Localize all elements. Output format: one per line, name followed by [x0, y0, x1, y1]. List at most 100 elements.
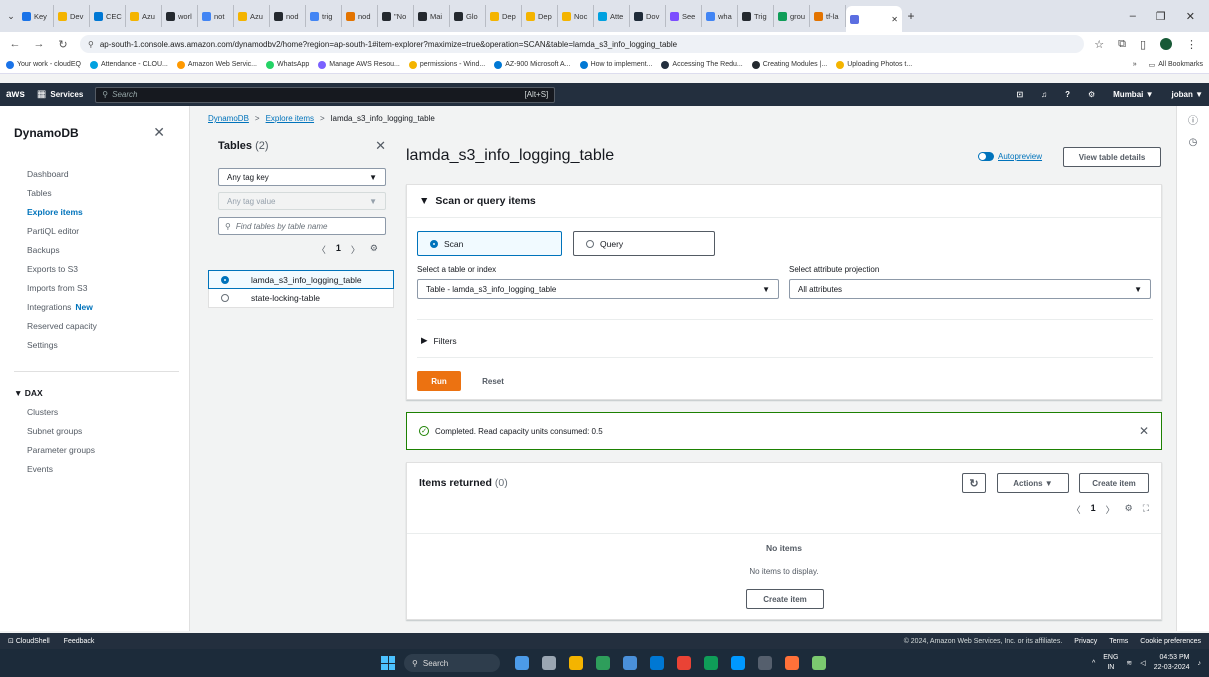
- sidebar-item[interactable]: Tables: [27, 184, 175, 203]
- site-info-icon[interactable]: ⚲: [88, 40, 94, 49]
- breadcrumb-dynamodb[interactable]: DynamoDB: [208, 114, 249, 123]
- table-row[interactable]: state-locking-table: [208, 289, 394, 308]
- browser-tab[interactable]: See: [666, 5, 702, 27]
- sidebar-item[interactable]: Exports to S3: [27, 260, 175, 279]
- empty-create-item-button[interactable]: Create item: [746, 589, 824, 609]
- bookmarks-more-button[interactable]: »: [1133, 61, 1137, 68]
- dax-sidebar-item[interactable]: Subnet groups: [27, 422, 175, 441]
- region-selector[interactable]: Mumbai ▼: [1113, 90, 1153, 99]
- breadcrumb-explore-items[interactable]: Explore items: [266, 114, 314, 123]
- query-radio[interactable]: [586, 239, 594, 248]
- next-page-icon[interactable]: 〉: [351, 243, 360, 256]
- dax-sidebar-item[interactable]: Clusters: [27, 403, 175, 422]
- browser-tab[interactable]: Mai: [414, 5, 450, 27]
- browser-tab[interactable]: Azu: [234, 5, 270, 27]
- bookmark-item[interactable]: Attendance - CLOU...: [89, 60, 168, 69]
- terminal-icon[interactable]: [758, 656, 772, 670]
- table-index-select[interactable]: Table - lamda_s3_info_logging_table ▼: [417, 279, 779, 299]
- reload-icon[interactable]: ↻: [56, 38, 70, 51]
- language-indicator[interactable]: ENG IN: [1103, 653, 1118, 673]
- sidebar-item[interactable]: Integrations New: [27, 298, 175, 317]
- app-green-icon[interactable]: [596, 656, 610, 670]
- app-blue-icon[interactable]: [623, 656, 637, 670]
- preferences-gear-icon[interactable]: ⚙: [1125, 503, 1133, 516]
- cloudshell-button[interactable]: ⊡ CloudShell: [8, 637, 50, 645]
- feedback-link[interactable]: Feedback: [64, 638, 95, 645]
- help-icon[interactable]: ?: [1065, 90, 1070, 99]
- scan-option[interactable]: Scan: [417, 231, 562, 256]
- sidebar-item[interactable]: PartiQL editor: [27, 222, 175, 241]
- preferences-gear-icon[interactable]: ⚙: [370, 243, 378, 256]
- browser-tab[interactable]: Dep: [486, 5, 522, 27]
- bookmark-item[interactable]: permissions - Wind...: [408, 60, 485, 69]
- file-explorer-icon[interactable]: [569, 656, 583, 670]
- table-row[interactable]: lamda_s3_info_logging_table: [208, 270, 394, 289]
- new-tab-button[interactable]: +: [902, 9, 920, 23]
- cookie-preferences-link[interactable]: Cookie preferences: [1140, 638, 1201, 645]
- browser-tab[interactable]: nod: [270, 5, 306, 27]
- refresh-button[interactable]: ↻: [962, 473, 986, 493]
- sidebar-item[interactable]: Backups: [27, 241, 175, 260]
- taskbar-clock[interactable]: 04:53 PM 22-03-2024: [1154, 653, 1190, 673]
- sidebar-group-dax[interactable]: ▼ DAX: [0, 384, 189, 403]
- sidebar-item[interactable]: Settings: [27, 336, 175, 355]
- clock-icon[interactable]: ◷: [1189, 137, 1198, 148]
- bookmark-item[interactable]: Accessing The Redu...: [661, 60, 743, 69]
- bookmark-item[interactable]: Manage AWS Resou...: [318, 60, 400, 69]
- filters-expander[interactable]: ▶ Filters: [421, 335, 457, 346]
- browser-tab[interactable]: Dep: [522, 5, 558, 27]
- aws-search-input[interactable]: ⚲ Search [Alt+S]: [95, 86, 556, 103]
- extensions-icon[interactable]: ⧉: [1118, 38, 1126, 51]
- prev-page-icon[interactable]: 〈: [1072, 503, 1081, 516]
- bookmark-item[interactable]: AZ-900 Microsoft A...: [494, 60, 571, 69]
- browser-menu-icon[interactable]: ⋮: [1186, 38, 1197, 51]
- maximize-button[interactable]: ❐: [1156, 10, 1166, 23]
- bookmark-item[interactable]: Creating Modules |...: [751, 60, 827, 69]
- bookmark-item[interactable]: Amazon Web Servic...: [176, 60, 257, 69]
- dax-sidebar-item[interactable]: Events: [27, 460, 175, 479]
- taskbar-search-input[interactable]: ⚲ Search: [404, 654, 500, 672]
- sidebar-item[interactable]: Dashboard: [27, 165, 175, 184]
- browser-tab[interactable]: Azu: [126, 5, 162, 27]
- browser-tab[interactable]: tf-la: [810, 5, 846, 27]
- app-folder-icon[interactable]: [704, 656, 718, 670]
- browser-tab[interactable]: grou: [774, 5, 810, 27]
- browser-tab[interactable]: "No: [378, 5, 414, 27]
- reset-button[interactable]: Reset: [473, 371, 513, 391]
- chrome-icon[interactable]: [677, 656, 691, 670]
- bookmark-star-icon[interactable]: ☆: [1094, 38, 1104, 51]
- autopreview-toggle[interactable]: Autopreview: [978, 152, 1042, 161]
- browser-tab[interactable]: Dev: [54, 5, 90, 27]
- tray-chevron-icon[interactable]: ^: [1092, 660, 1095, 667]
- profile-avatar[interactable]: [1160, 38, 1172, 50]
- sidebar-item[interactable]: Reserved capacity: [27, 317, 175, 336]
- forward-arrow-icon[interactable]: →: [32, 38, 46, 50]
- windows-start-icon[interactable]: [381, 656, 395, 670]
- aws-logo[interactable]: aws: [6, 89, 25, 100]
- browser-tab[interactable]: worl: [162, 5, 198, 27]
- close-sidebar-icon[interactable]: ✕: [153, 124, 165, 141]
- run-button[interactable]: Run: [417, 371, 461, 391]
- settings-gear-icon[interactable]: ⚙: [1088, 90, 1095, 99]
- create-item-button[interactable]: Create item: [1079, 473, 1149, 493]
- next-page-icon[interactable]: 〉: [1106, 503, 1115, 516]
- info-icon[interactable]: ⓘ: [1188, 112, 1198, 127]
- back-arrow-icon[interactable]: ←: [8, 38, 22, 50]
- close-window-button[interactable]: ✕: [1186, 10, 1195, 23]
- privacy-link[interactable]: Privacy: [1074, 638, 1097, 645]
- toggle-switch[interactable]: [978, 152, 994, 161]
- table-radio[interactable]: [221, 294, 229, 302]
- account-menu[interactable]: joban ▼: [1172, 90, 1203, 99]
- browser-tab[interactable]: CEC: [90, 5, 126, 27]
- bookmark-item[interactable]: Your work - cloudEQ: [6, 60, 81, 69]
- vscode-icon[interactable]: [731, 656, 745, 670]
- view-table-details-button[interactable]: View table details: [1063, 147, 1161, 167]
- dismiss-alert-icon[interactable]: ✕: [1139, 424, 1149, 438]
- browser-tab[interactable]: Atte: [594, 5, 630, 27]
- cloudshell-icon[interactable]: ⊡: [1016, 90, 1023, 99]
- dax-sidebar-item[interactable]: Parameter groups: [27, 441, 175, 460]
- widgets-icon[interactable]: [515, 656, 529, 670]
- wifi-icon[interactable]: ≋: [1126, 659, 1132, 667]
- firefox-icon[interactable]: [785, 656, 799, 670]
- browser-tab[interactable]: Noc: [558, 5, 594, 27]
